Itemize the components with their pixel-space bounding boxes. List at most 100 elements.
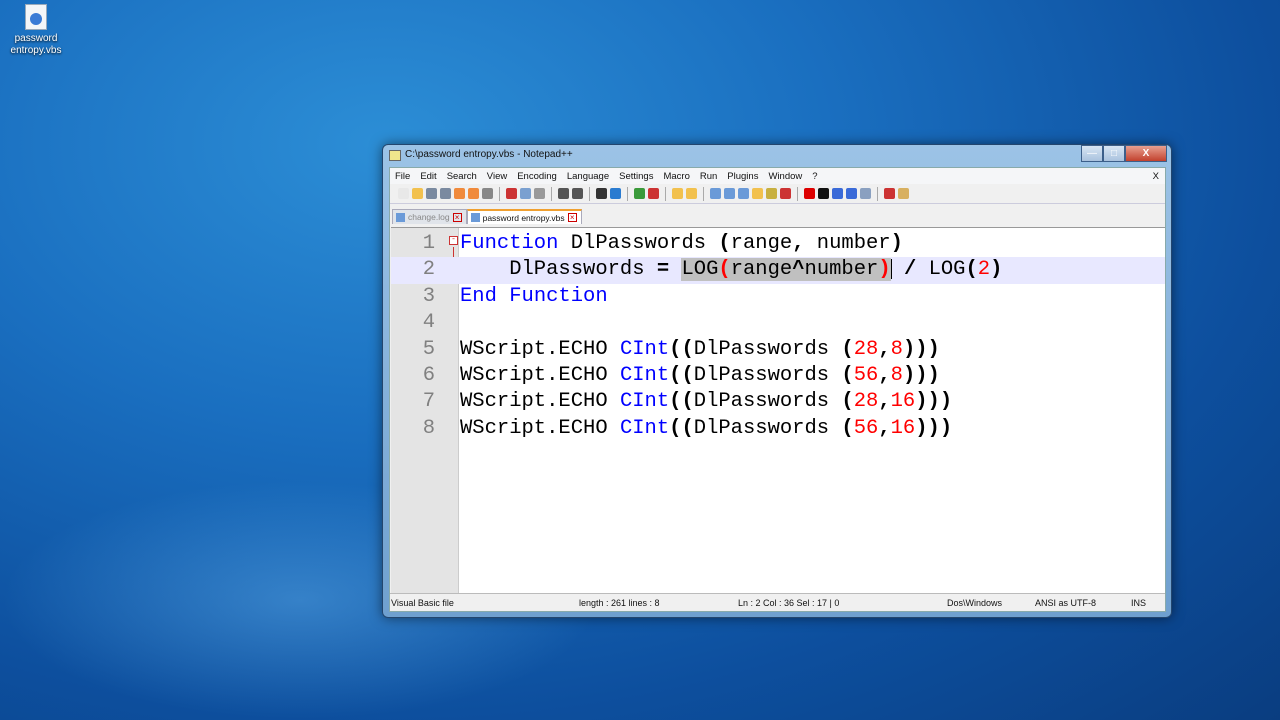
code-token: ( <box>718 232 731 255</box>
save-macro-icon[interactable] <box>860 188 871 199</box>
save-icon[interactable] <box>426 188 437 199</box>
tab-bar: change.log × password entropy.vbs × <box>390 204 1165 224</box>
code-token: number <box>804 232 891 255</box>
find-icon[interactable] <box>596 188 607 199</box>
status-length: length : 261 lines : 8 <box>579 598 660 608</box>
code-token: WScript.ECHO <box>460 364 620 387</box>
code-token: WScript.ECHO <box>460 416 620 440</box>
sync-v-icon[interactable] <box>672 188 683 199</box>
function-list-icon[interactable] <box>780 188 791 199</box>
code-token: Function <box>509 284 608 308</box>
vbs-file-icon <box>25 4 47 30</box>
code-token: 2 <box>977 258 991 282</box>
menu-search[interactable]: Search <box>447 171 477 182</box>
code-token: DlPasswords <box>693 390 842 414</box>
code-token: 16 <box>890 416 916 440</box>
code-token: 8 <box>890 364 903 387</box>
tab-label: change.log <box>408 212 450 222</box>
menu-file[interactable]: File <box>395 171 410 182</box>
code-token: CInt <box>619 364 670 387</box>
redo-icon[interactable] <box>572 188 583 199</box>
menu-settings[interactable]: Settings <box>619 171 653 182</box>
indent-guide-icon[interactable] <box>738 188 749 199</box>
minimize-button[interactable]: — <box>1081 145 1103 162</box>
code-token: CInt <box>619 390 670 414</box>
save-all-icon[interactable] <box>440 188 451 199</box>
code-token: , <box>792 232 805 255</box>
tab-label: password entropy.vbs <box>482 212 565 223</box>
show-all-icon[interactable] <box>724 188 735 199</box>
doc-map-icon[interactable] <box>766 188 777 199</box>
run-macro-multiple-icon[interactable] <box>846 188 857 199</box>
menu-help[interactable]: ? <box>812 171 817 182</box>
code-token: CInt <box>619 416 670 440</box>
paste-icon[interactable] <box>534 188 545 199</box>
play-macro-icon[interactable] <box>832 188 843 199</box>
notepadpp-window: C:\password entropy.vbs - Notepad++ — □ … <box>382 144 1172 618</box>
code-token: 16 <box>890 390 916 414</box>
code-line: 3 End Function <box>391 284 1165 310</box>
menu-plugins[interactable]: Plugins <box>727 171 758 182</box>
close-document-button[interactable]: X <box>1153 171 1159 182</box>
toolbar-separator <box>665 186 666 201</box>
line-number: 2 <box>422 258 435 282</box>
line-number: 1 <box>422 232 435 255</box>
code-token: DlPasswords <box>558 232 719 255</box>
sync-h-icon[interactable] <box>686 188 697 199</box>
menu-view[interactable]: View <box>487 171 507 182</box>
copy-icon[interactable] <box>520 188 531 199</box>
code-line: 7 WScript.ECHO CInt((DlPasswords (28,16))… <box>391 389 1165 415</box>
code-token: ) <box>990 258 1003 282</box>
undo-icon[interactable] <box>558 188 569 199</box>
folder-icon[interactable] <box>898 188 909 199</box>
code-token: ( <box>841 390 854 414</box>
zoom-out-icon[interactable] <box>648 188 659 199</box>
maximize-button[interactable]: □ <box>1103 145 1125 162</box>
menu-encoding[interactable]: Encoding <box>517 171 557 182</box>
open-icon[interactable] <box>412 188 423 199</box>
tab-change-log[interactable]: change.log × <box>392 209 467 224</box>
close-tab-icon[interactable]: × <box>567 213 577 222</box>
code-line: 8 WScript.ECHO CInt((DlPasswords (56,16))… <box>391 416 1165 442</box>
code-text: WScript.ECHO CInt((DlPasswords (28,16))) <box>460 389 952 415</box>
stop-macro-icon[interactable] <box>818 188 829 199</box>
code-token: ( <box>718 258 731 282</box>
line-number: 6 <box>422 364 435 387</box>
close-tab-icon[interactable]: × <box>452 212 462 222</box>
code-token: End <box>460 284 497 308</box>
code-text: DlPasswords = LOG(range^number) / LOG(2) <box>460 257 1002 283</box>
menu-edit[interactable]: Edit <box>420 171 436 182</box>
new-icon[interactable] <box>398 188 409 199</box>
toolbar-separator <box>551 186 552 201</box>
menu-language[interactable]: Language <box>567 171 609 182</box>
menu-run[interactable]: Run <box>700 171 717 182</box>
close-all-icon[interactable] <box>468 188 479 199</box>
menu-macro[interactable]: Macro <box>663 171 689 182</box>
menu-bar: File Edit Search View Encoding Language Settin… <box>390 168 1165 184</box>
record-macro-icon[interactable] <box>804 188 815 199</box>
close-icon[interactable] <box>454 188 465 199</box>
menu-window[interactable]: Window <box>768 171 802 182</box>
zoom-in-icon[interactable] <box>634 188 645 199</box>
line-number: 8 <box>422 416 435 440</box>
code-token: / <box>903 258 917 282</box>
code-editor[interactable]: - 1 Function DlPasswords (range, number) 2… <box>391 227 1165 593</box>
close-button[interactable]: X <box>1125 145 1167 162</box>
spell-check-icon[interactable] <box>884 188 895 199</box>
word-wrap-icon[interactable] <box>710 188 721 199</box>
udl-icon[interactable] <box>752 188 763 199</box>
replace-icon[interactable] <box>610 188 621 199</box>
tab-password-entropy[interactable]: password entropy.vbs × <box>466 209 582 224</box>
code-line: 6 WScript.ECHO CInt((DlPasswords (56,8))) <box>391 363 1165 389</box>
code-token: WScript.ECHO <box>460 390 620 414</box>
print-icon[interactable] <box>482 188 493 199</box>
status-eol: Dos\Windows <box>947 598 1003 608</box>
cut-icon[interactable] <box>506 188 517 199</box>
file-icon <box>396 212 405 222</box>
code-token: Function <box>460 232 559 255</box>
desktop-icon-password-entropy[interactable]: password entropy.vbs <box>6 4 66 57</box>
toolbar-separator <box>877 186 878 201</box>
code-token: ( <box>841 364 854 387</box>
